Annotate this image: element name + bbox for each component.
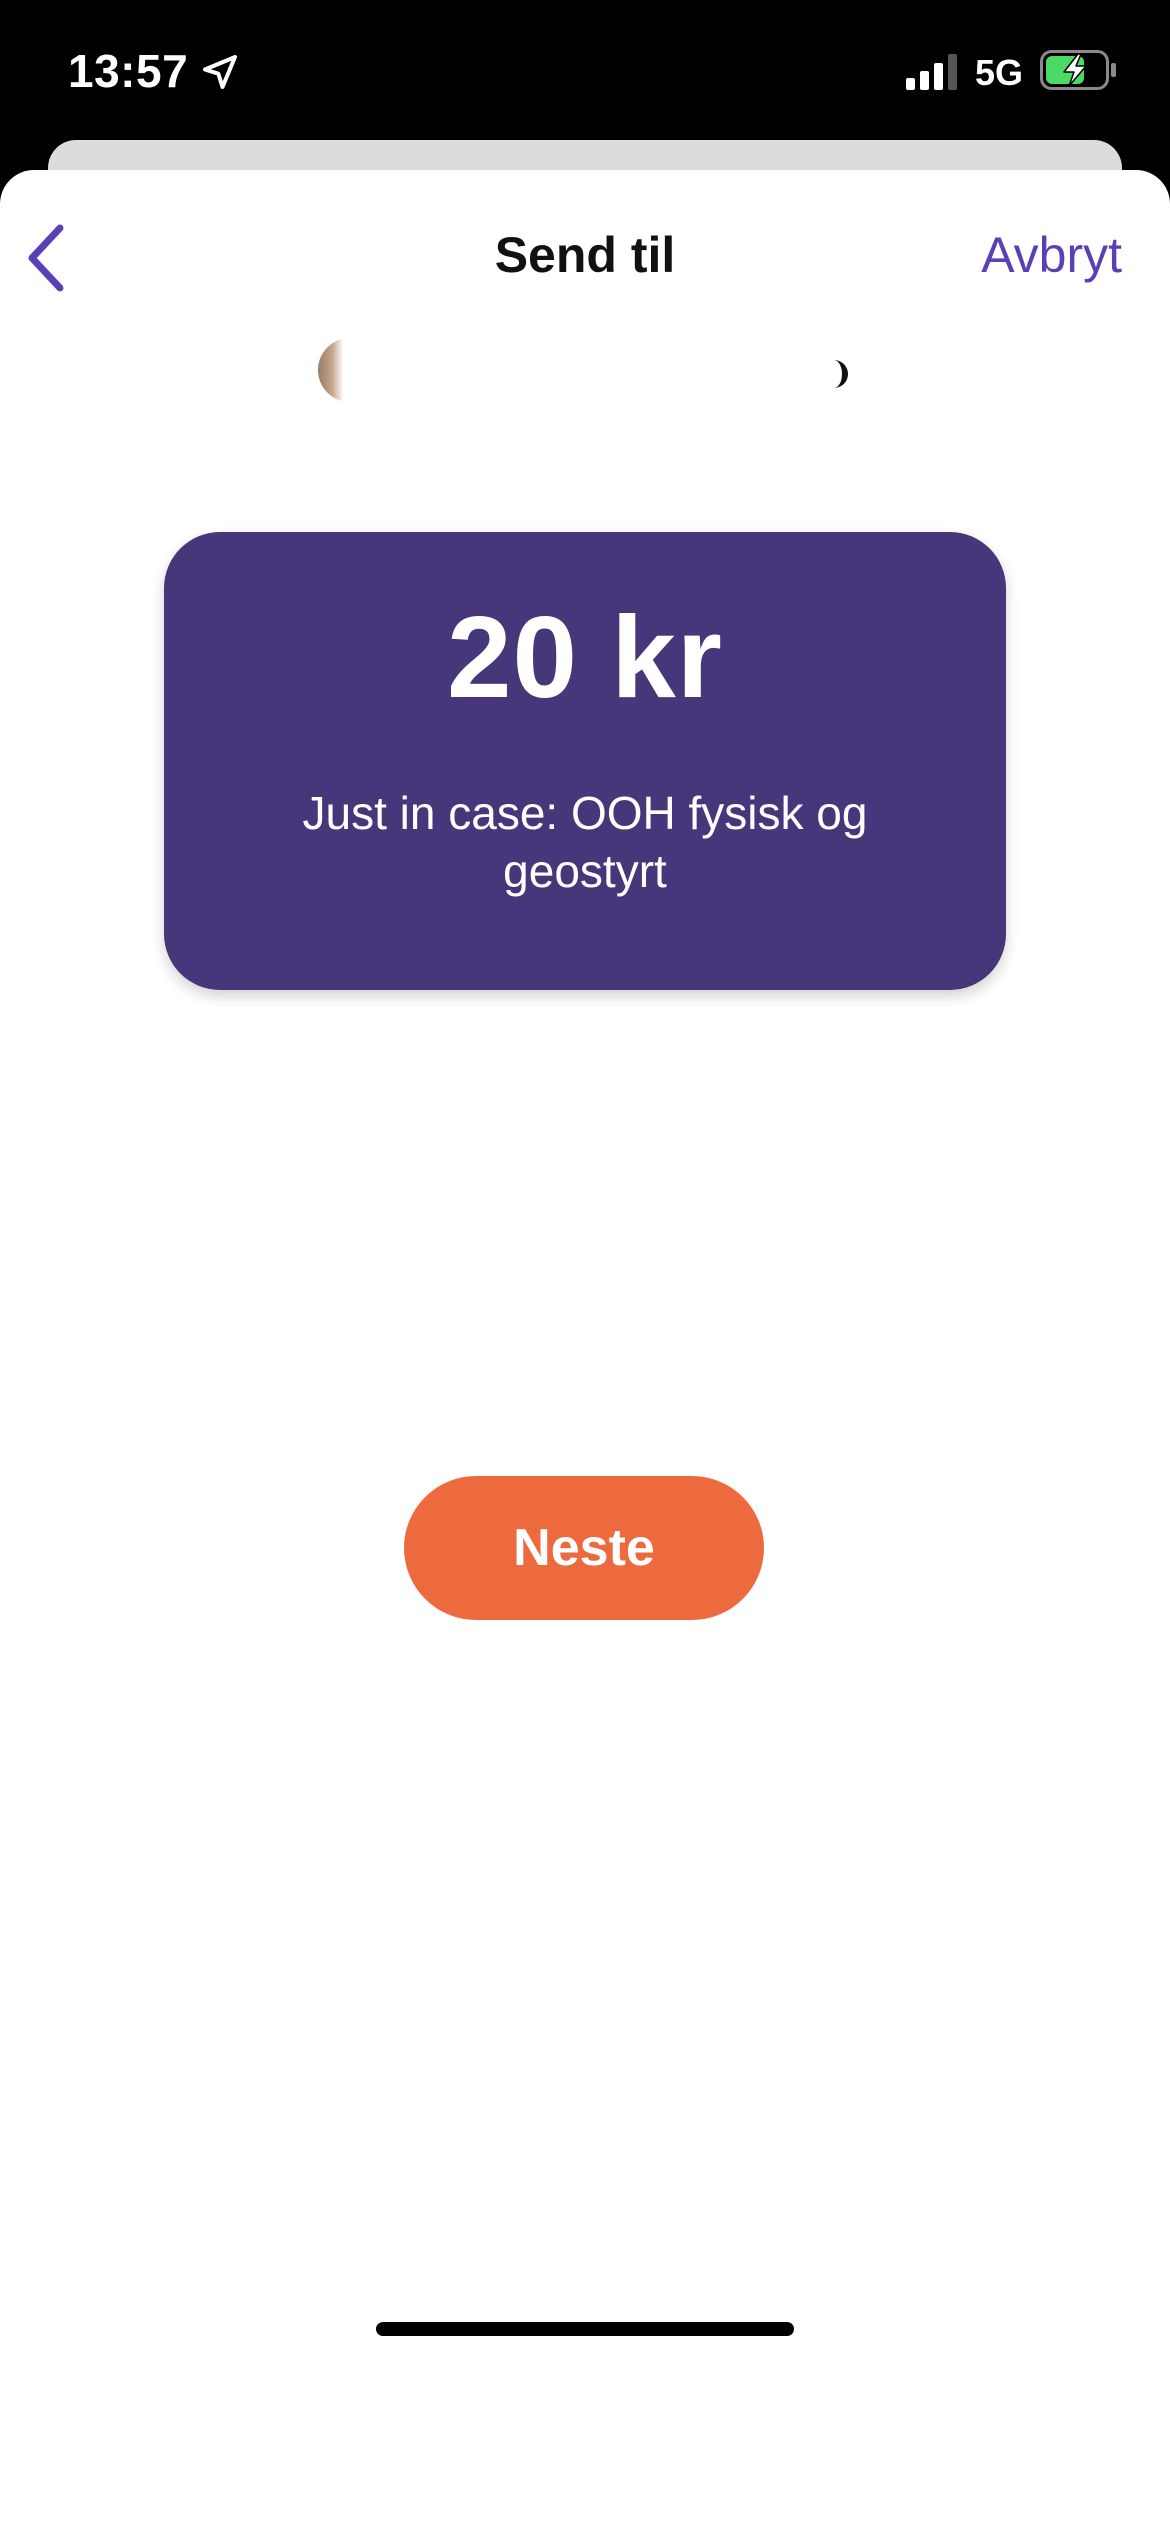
- signal-icon: [906, 54, 957, 90]
- recipient-name: [824, 360, 848, 388]
- battery-charging-icon: [1040, 50, 1116, 90]
- send-sheet: Send til Avbryt 20 kr Just in case: OOH …: [0, 170, 1170, 2532]
- amount-card: 20 kr Just in case: OOH fysisk og geosty…: [164, 532, 1006, 990]
- status-time: 13:57: [68, 45, 189, 97]
- status-bar: 13:57 5G: [0, 0, 1170, 140]
- payment-message: Just in case: OOH fysisk og geostyrt: [302, 787, 868, 897]
- cancel-button[interactable]: Avbryt: [981, 226, 1122, 284]
- home-indicator: [376, 2322, 794, 2336]
- recipient-avatar: [318, 338, 382, 402]
- location-arrow-icon: [203, 55, 237, 89]
- amount-value: 20 kr: [447, 592, 723, 722]
- next-button[interactable]: Neste: [404, 1476, 764, 1620]
- network-label: 5G: [975, 52, 1024, 93]
